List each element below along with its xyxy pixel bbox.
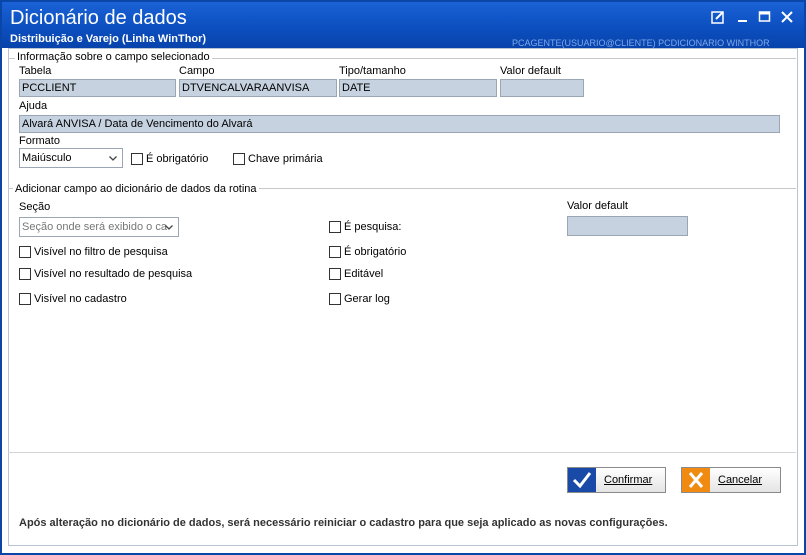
add-field-group-label: Adicionar campo ao dicionário de dados d… [13,183,259,195]
window-subtitle: Distribuição e Varejo (Linha WinThor) [10,33,207,45]
background-window-text: PCAGENTE(USUARIO@CLIENTE) PCDICIONARIO W… [512,38,770,48]
tabela-field[interactable]: PCCLIENT [19,79,176,97]
close-icon[interactable] [779,9,795,25]
e-obrigatorio-checkbox[interactable] [329,246,341,258]
chevron-down-icon [108,151,118,167]
maximize-icon[interactable] [757,9,773,25]
gerar-log-label: Gerar log [344,293,390,305]
visivel-resultado-checkbox[interactable] [19,268,31,280]
ajuda-label: Ajuda [19,100,48,112]
secao-select-placeholder: Seção onde será exibido o ca [22,221,167,233]
add-valor-default-field[interactable] [567,216,688,236]
tabela-label: Tabela [19,65,52,77]
selected-field-group-label: Informação sobre o campo selecionado [15,51,212,63]
tipo-tamanho-field[interactable]: DATE [339,79,497,97]
chevron-down-icon [164,220,174,236]
cancel-button[interactable]: Cancelar [681,467,781,493]
title-bar[interactable]: Dicionário de dados Distribuição e Varej… [2,2,804,48]
cancel-button-label: Cancelar [718,474,763,486]
visivel-cadastro-checkbox[interactable] [19,293,31,305]
e-pesquisa-label: É pesquisa: [344,221,402,233]
window-title: Dicionário de dados [10,7,187,29]
e-pesquisa-checkbox[interactable] [329,221,341,233]
editavel-checkbox[interactable] [329,268,341,280]
gerar-log-checkbox[interactable] [329,293,341,305]
obrigatorio-checkbox[interactable] [131,153,143,165]
campo-field[interactable]: DTVENCALVARAANVISA [179,79,337,97]
secao-label: Seção [19,201,51,213]
confirm-button-label: Confirmar [604,474,653,486]
chave-primaria-label: Chave primária [248,153,323,165]
formato-label: Formato [19,135,60,147]
e-obrigatorio-label: É obrigatório [344,246,407,258]
formato-select-value: Maiúsculo [22,152,72,164]
valor-default-label: Valor default [500,65,561,77]
editavel-label: Editável [344,268,384,280]
checkmark-icon [568,468,596,492]
confirm-button[interactable]: Confirmar [567,467,666,493]
ajuda-field[interactable]: Alvará ANVISA / Data de Vencimento do Al… [19,115,780,133]
chave-primaria-checkbox[interactable] [233,153,245,165]
cancel-x-icon [682,468,710,492]
campo-label: Campo [179,65,215,77]
valor-default-field[interactable] [500,79,584,97]
visivel-cadastro-label: Visível no cadastro [34,293,127,305]
visivel-filtro-label: Visível no filtro de pesquisa [34,246,168,258]
minimize-icon[interactable] [735,9,751,25]
add-valor-default-label: Valor default [567,200,628,212]
formato-select[interactable]: Maiúsculo [19,148,123,168]
edit-window-icon[interactable] [710,9,726,25]
visivel-resultado-label: Visível no resultado de pesquisa [34,268,193,280]
footer-note: Após alteração no dicionário de dados, s… [19,517,668,529]
divider [8,452,796,453]
visivel-filtro-checkbox[interactable] [19,246,31,258]
secao-select[interactable]: Seção onde será exibido o ca [19,217,179,237]
obrigatorio-label: É obrigatório [146,153,209,165]
tipo-tamanho-label: Tipo/tamanho [339,65,406,77]
